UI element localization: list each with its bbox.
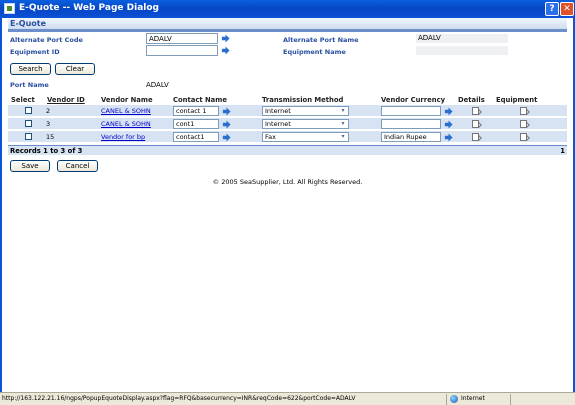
alt-port-code-go-icon[interactable]	[221, 34, 230, 43]
col-details: Details	[458, 96, 485, 104]
contact-name-input[interactable]: contact 1	[173, 106, 219, 116]
close-button[interactable]: ✕	[560, 2, 574, 16]
contact-go-icon[interactable]	[222, 107, 231, 116]
vendor-name-link[interactable]: Vendor for bp	[101, 133, 145, 141]
alt-port-code-label: Alternate Port Code	[10, 36, 83, 44]
table-row: 2 CANEL & SOHN contact 1 Internet ▾	[8, 105, 567, 117]
status-bar: http://163.122.21.16/ngps/PopupEquoteDis…	[0, 392, 575, 405]
col-contact-name: Contact Name	[173, 96, 227, 104]
vendor-name-link[interactable]: CANEL & SOHN	[101, 120, 151, 128]
cancel-button[interactable]: Cancel	[57, 160, 98, 172]
vendor-currency-input[interactable]	[381, 119, 441, 129]
port-name-label: Port Name	[10, 81, 49, 89]
currency-go-icon[interactable]	[444, 133, 453, 142]
contact-go-icon[interactable]	[222, 133, 231, 142]
records-count: Records 1 to 3 of 3	[10, 147, 83, 155]
col-vendor-id[interactable]: Vendor ID	[47, 96, 85, 104]
vendor-currency-input[interactable]	[381, 106, 441, 116]
help-button[interactable]: ?	[545, 2, 559, 16]
transmission-method-select[interactable]: Internet ▾	[262, 106, 349, 116]
currency-go-icon[interactable]	[444, 120, 453, 129]
vendor-id: 2	[46, 107, 51, 115]
transmission-method-value: Internet	[265, 120, 291, 128]
header-divider	[8, 29, 567, 32]
vendor-id: 3	[46, 120, 51, 128]
status-divider	[510, 394, 511, 405]
vendor-name-link[interactable]: CANEL & SOHN	[101, 107, 151, 115]
table-row: 15 Vendor for bp contact1 Fax ▾ Indian Ru…	[8, 131, 567, 143]
col-transmission-method: Transmission Method	[262, 96, 344, 104]
contact-go-icon[interactable]	[222, 120, 231, 129]
save-button[interactable]: Save	[10, 160, 50, 172]
equipment-id-go-icon[interactable]	[221, 46, 230, 55]
status-url: http://163.122.21.16/ngps/PopupEquoteDis…	[2, 395, 356, 402]
window-titlebar: E-Quote -- Web Page Dialog ? ✕	[0, 0, 575, 18]
equipment-name-label: Equipment Name	[283, 48, 346, 56]
port-name-value: ADALV	[146, 81, 169, 89]
chevron-down-icon: ▾	[339, 108, 347, 114]
window-icon	[4, 3, 15, 14]
col-equipment: Equipment	[496, 96, 538, 104]
equipment-icon[interactable]	[520, 107, 527, 115]
equipment-id-label: Equipment ID	[10, 48, 60, 56]
transmission-method-value: Fax	[265, 133, 276, 141]
contact-name-input[interactable]: cont1	[173, 119, 219, 129]
transmission-method-select[interactable]: Fax ▾	[262, 132, 349, 142]
pagination-bar: Records 1 to 3 of 3 1	[8, 145, 567, 155]
alt-port-name-value: ADALV	[416, 34, 508, 43]
details-icon[interactable]	[472, 120, 479, 128]
window-title: E-Quote -- Web Page Dialog	[19, 3, 160, 13]
vendor-currency-input[interactable]: Indian Rupee	[381, 132, 441, 142]
alt-port-code-input[interactable]	[146, 33, 218, 44]
transmission-method-value: Internet	[265, 107, 291, 115]
equipment-icon[interactable]	[520, 133, 527, 141]
copyright-text: © 2005 SeaSupplier, Ltd. All Rights Rese…	[212, 178, 363, 186]
page-link[interactable]: 1	[560, 147, 565, 155]
row-select-checkbox[interactable]	[25, 107, 32, 114]
equipment-name-value	[416, 46, 508, 55]
search-button[interactable]: Search	[10, 63, 51, 75]
currency-go-icon[interactable]	[444, 107, 453, 116]
row-select-checkbox[interactable]	[25, 133, 32, 140]
alt-port-name-label: Alternate Port Name	[283, 36, 359, 44]
window-frame-left	[0, 18, 2, 392]
col-vendor-currency: Vendor Currency	[381, 96, 446, 104]
vendor-id: 15	[46, 133, 55, 141]
clear-button[interactable]: Clear	[55, 63, 95, 75]
globe-icon	[450, 395, 458, 403]
row-select-checkbox[interactable]	[25, 120, 32, 127]
contact-name-input[interactable]: contact1	[173, 132, 219, 142]
transmission-method-select[interactable]: Internet ▾	[262, 119, 349, 129]
chevron-down-icon: ▾	[339, 121, 347, 127]
col-vendor-name: Vendor Name	[101, 96, 153, 104]
col-select: Select	[11, 96, 35, 104]
details-icon[interactable]	[472, 107, 479, 115]
equipment-icon[interactable]	[520, 120, 527, 128]
table-row: 3 CANEL & SOHN cont1 Internet ▾	[8, 118, 567, 130]
security-zone: Internet	[461, 395, 485, 402]
equipment-id-input[interactable]	[146, 45, 218, 56]
status-divider	[446, 394, 447, 405]
chevron-down-icon: ▾	[339, 134, 347, 140]
page-title: E-Quote	[8, 18, 567, 29]
details-icon[interactable]	[472, 133, 479, 141]
